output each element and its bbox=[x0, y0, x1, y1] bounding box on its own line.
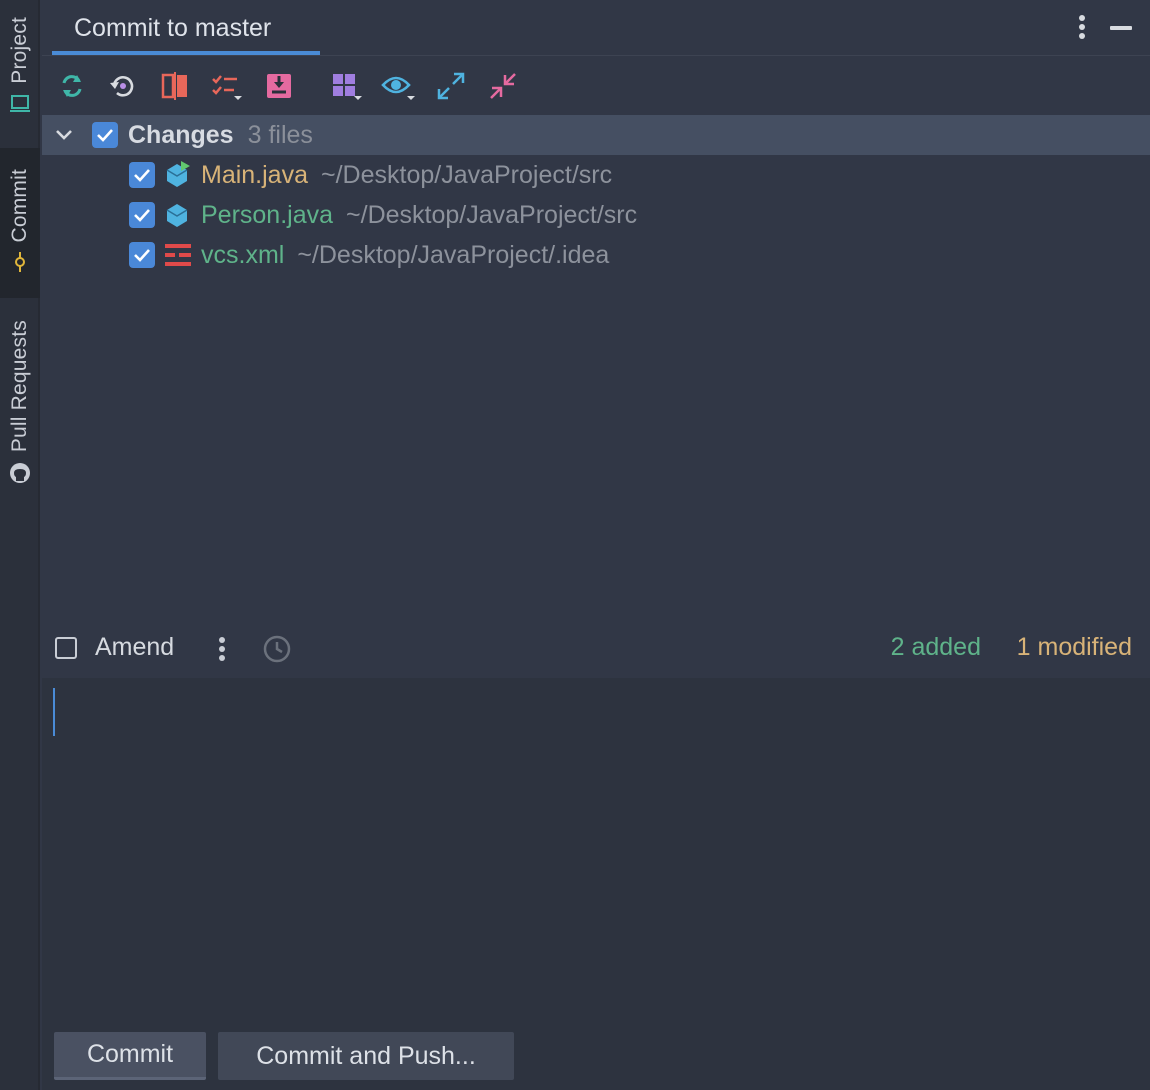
tool-window-header: Commit to master bbox=[42, 0, 1150, 56]
amend-checkbox[interactable] bbox=[55, 637, 77, 659]
show-diff-button[interactable] bbox=[157, 68, 193, 104]
java-class-run-icon bbox=[165, 161, 191, 189]
minimize-button[interactable] bbox=[1110, 26, 1132, 30]
changes-label: Changes bbox=[128, 120, 234, 149]
file-name: vcs.xml bbox=[201, 240, 285, 269]
xml-file-icon bbox=[165, 242, 191, 268]
side-tab-commit-label: Commit bbox=[8, 168, 31, 243]
shelve-icon bbox=[267, 74, 291, 98]
monitor-icon bbox=[9, 94, 31, 119]
file-row[interactable]: Main.java ~/Desktop/JavaProject/src bbox=[42, 155, 1150, 195]
expand-all-icon bbox=[437, 72, 465, 100]
side-tab-commit[interactable]: Commit bbox=[0, 148, 40, 298]
file-checkbox[interactable] bbox=[129, 202, 155, 228]
commit-icon bbox=[12, 252, 28, 277]
side-tab-pull-requests-label: Pull Requests bbox=[8, 319, 31, 453]
amend-label[interactable]: Amend bbox=[95, 633, 174, 662]
file-name: Person.java bbox=[201, 200, 334, 229]
group-by-icon bbox=[333, 74, 362, 100]
file-path: ~/Desktop/JavaProject/src bbox=[321, 160, 613, 189]
commit-and-push-button[interactable]: Commit and Push... bbox=[218, 1032, 514, 1080]
more-options-button[interactable] bbox=[1078, 14, 1086, 45]
collapse-all-button[interactable] bbox=[485, 68, 521, 104]
java-class-icon bbox=[165, 201, 191, 229]
side-tab-project[interactable]: Project bbox=[0, 8, 40, 128]
commit-message-input[interactable] bbox=[42, 678, 1150, 1030]
commit-toolbar bbox=[42, 56, 1150, 114]
commit-button-bar: Commit Commit and Push... bbox=[42, 1030, 1150, 1090]
changes-tree: Changes 3 files Main.java ~/Desktop/Java… bbox=[42, 115, 1150, 275]
modified-count: 1 modified bbox=[1016, 633, 1132, 661]
refresh-button[interactable] bbox=[54, 68, 90, 104]
view-options-button[interactable] bbox=[381, 68, 417, 104]
tool-window-strip: Project Commit Pull Requests bbox=[0, 0, 40, 1090]
commit-options-bar: Amend 2 added 1 modified bbox=[42, 620, 1150, 678]
file-row[interactable]: Person.java ~/Desktop/JavaProject/src bbox=[42, 195, 1150, 235]
changelist-icon bbox=[212, 75, 242, 100]
file-checkbox[interactable] bbox=[129, 242, 155, 268]
rollback-icon bbox=[110, 76, 134, 97]
text-caret bbox=[53, 688, 55, 736]
refresh-icon bbox=[62, 75, 82, 97]
group-by-button[interactable] bbox=[329, 68, 365, 104]
added-count: 2 added bbox=[890, 633, 981, 661]
changelist-button[interactable] bbox=[209, 68, 245, 104]
github-icon bbox=[9, 462, 31, 489]
file-checkbox[interactable] bbox=[129, 162, 155, 188]
changes-count: 3 files bbox=[247, 120, 313, 149]
file-path: ~/Desktop/JavaProject/src bbox=[346, 200, 638, 229]
changes-checkbox[interactable] bbox=[92, 122, 118, 148]
vertical-dots-icon bbox=[1079, 15, 1085, 39]
shelve-button[interactable] bbox=[261, 68, 297, 104]
file-row[interactable]: vcs.xml ~/Desktop/JavaProject/.idea bbox=[42, 235, 1150, 275]
rollback-button[interactable] bbox=[105, 68, 141, 104]
clock-icon bbox=[263, 635, 291, 663]
commit-button[interactable]: Commit bbox=[54, 1032, 206, 1080]
page-title: Commit to master bbox=[74, 14, 272, 42]
expand-all-button[interactable] bbox=[433, 68, 469, 104]
file-name: Main.java bbox=[201, 160, 308, 189]
diff-icon bbox=[161, 72, 187, 100]
commit-message-history-button[interactable] bbox=[262, 634, 292, 669]
chevron-down-icon[interactable] bbox=[54, 128, 74, 142]
view-options-icon bbox=[381, 76, 415, 100]
file-path: ~/Desktop/JavaProject/.idea bbox=[297, 240, 610, 269]
commit-options-button[interactable] bbox=[218, 636, 226, 667]
side-tab-project-label: Project bbox=[8, 17, 31, 84]
commit-tab[interactable]: Commit to master bbox=[52, 0, 320, 55]
collapse-all-icon bbox=[490, 73, 516, 99]
vertical-dots-icon bbox=[219, 637, 225, 661]
changes-group-row[interactable]: Changes 3 files bbox=[42, 115, 1150, 155]
side-tab-pull-requests[interactable]: Pull Requests bbox=[0, 312, 40, 497]
